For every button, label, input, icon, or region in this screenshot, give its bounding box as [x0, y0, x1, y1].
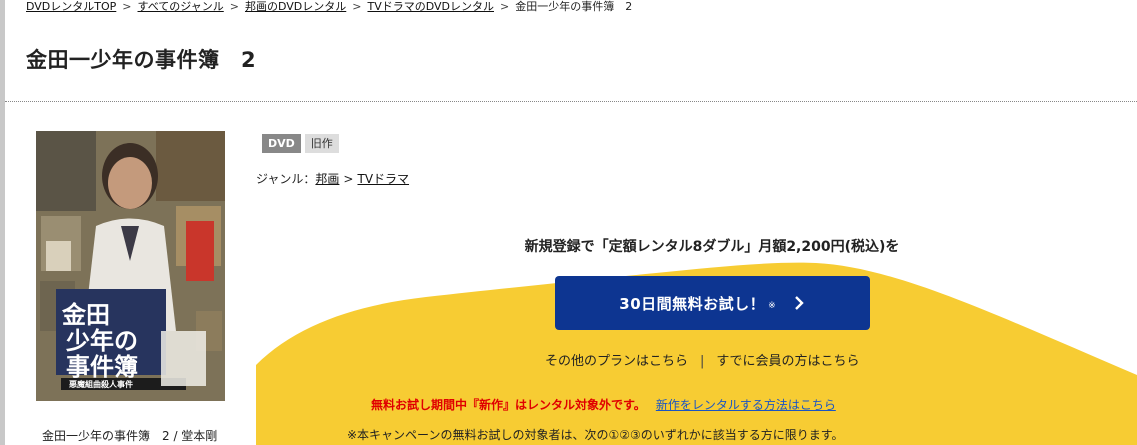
campaign-eligibility-note: ※本キャンペーンの無料お試しの対象者は、次の①②③のいずれかに該当する方に限りま… [347, 428, 844, 442]
genre-link-japanese-film[interactable]: 邦画 [315, 172, 339, 186]
breadcrumb-link-japanese-films[interactable]: 邦画のDVDレンタル [245, 0, 346, 13]
promo-heading: 新規登録で「定額レンタル8ダブル」月額2,200円(税込)を [524, 239, 900, 255]
jacket-subtitle: 悪魔組曲殺人事件 [69, 379, 133, 389]
left-edge-bar [0, 0, 5, 445]
jacket-title-line-2: 少年の [65, 327, 138, 355]
jacket-title-line-3: 事件簿 [66, 353, 138, 381]
genre-link-tv-drama[interactable]: TVドラマ [357, 172, 409, 186]
genre-label: ジャンル： [256, 172, 316, 186]
product-tags: DVD 旧作 [262, 134, 339, 153]
jacket-artwork: 金田 少年の 事件簿 悪魔組曲殺人事件 [36, 131, 225, 401]
breadcrumb-separator: > [122, 0, 132, 13]
genre-row: ジャンル：邦画 > TVドラマ [256, 170, 409, 187]
free-trial-label: 30日間無料お試し！ [619, 294, 766, 313]
page-title: 金田一少年の事件簿 2 [26, 48, 257, 72]
plan-links: その他のプランはこちら | すでに会員の方はこちら [545, 350, 860, 369]
new-rental-method-link[interactable]: 新作をレンタルする方法はこちら [656, 398, 836, 412]
trial-notice: 無料お試し期間中『新作』はレンタル対象外です。 新作をレンタルする方法はこちら [371, 396, 836, 413]
new-release-warning: 無料お試し期間中『新作』はレンタル対象外です。 [371, 398, 646, 412]
free-trial-button[interactable]: 30日間無料お試し！ ※ [555, 276, 870, 330]
breadcrumb-link-all-genres[interactable]: すべてのジャンル [138, 0, 224, 13]
product-jacket-image[interactable]: 金田 少年の 事件簿 悪魔組曲殺人事件 [36, 131, 225, 401]
product-caption: 金田一少年の事件簿 2 / 堂本剛 [42, 429, 218, 443]
chevron-right-icon [794, 296, 804, 310]
title-divider [5, 101, 1137, 102]
breadcrumb-link-tv-drama[interactable]: TVドラマのDVDレンタル [367, 0, 494, 13]
breadcrumb: DVDレンタルTOP > すべてのジャンル > 邦画のDVDレンタル > TVドラマのDVD… [26, 0, 632, 16]
plan-links-separator: | [700, 354, 705, 369]
breadcrumb-link-dvd-top[interactable]: DVDレンタルTOP [26, 0, 116, 13]
breadcrumb-separator: > [229, 0, 239, 13]
status-badge: 旧作 [304, 134, 339, 153]
other-plans-link[interactable]: その他のプランはこちら [545, 354, 688, 369]
breadcrumb-separator: > [352, 0, 362, 13]
genre-separator: > [343, 172, 354, 186]
member-login-link[interactable]: すでに会員の方はこちら [716, 354, 859, 369]
jacket-title-line-1: 金田 [61, 301, 110, 329]
format-badge: DVD [262, 134, 301, 153]
free-trial-note-mark: ※ [768, 301, 776, 311]
breadcrumb-current: 金田一少年の事件簿 2 [515, 0, 633, 13]
breadcrumb-separator: > [500, 0, 510, 13]
